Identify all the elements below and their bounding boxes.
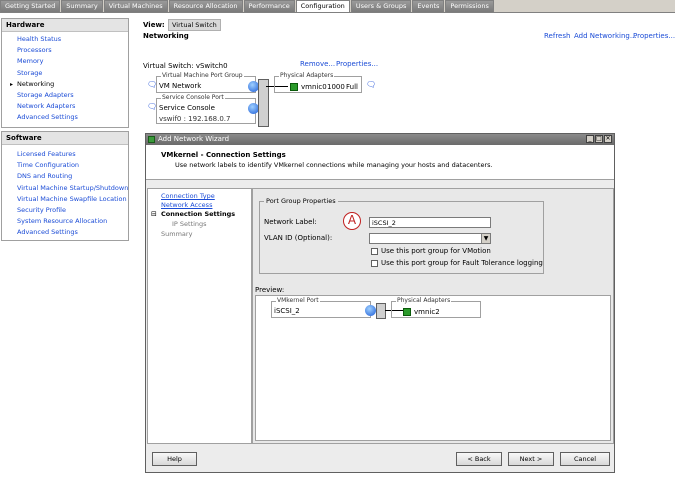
close-icon[interactable]: ✕ bbox=[604, 135, 612, 143]
preview-panel: VMkernel Port iSCSI_2 Physical Adapters … bbox=[255, 295, 611, 441]
sidebar-item-dns-and-routing[interactable]: DNS and Routing bbox=[2, 171, 128, 182]
hardware-list: Health StatusProcessorsMemoryStorageNetw… bbox=[2, 32, 128, 124]
sidebar-item-virtual-machine-startup-shutdown[interactable]: Virtual Machine Startup/Shutdown bbox=[2, 183, 128, 194]
cancel-button[interactable]: Cancel bbox=[560, 452, 610, 466]
sidebar-item-network-adapters[interactable]: Network Adapters bbox=[2, 101, 128, 112]
vmotion-label: Use this port group for VMotion bbox=[381, 247, 491, 255]
physical-adapters-label: Physical Adapters bbox=[279, 72, 335, 79]
wizard-content: Port Group Properties Network Label: A V… bbox=[252, 188, 614, 444]
vmnic0-speed: 1000 bbox=[327, 83, 345, 91]
sidebar-item-security-profile[interactable]: Security Profile bbox=[2, 205, 128, 216]
sidebar-item-networking[interactable]: Networking bbox=[2, 79, 128, 90]
nic-icon bbox=[403, 308, 411, 316]
sidebar-item-advanced-settings[interactable]: Advanced Settings bbox=[2, 227, 128, 238]
tab-events[interactable]: Events bbox=[412, 0, 445, 12]
next-button[interactable]: Next > bbox=[508, 452, 554, 466]
preview-vmnic: vmnic2 bbox=[414, 308, 440, 316]
preview-title: Preview: bbox=[255, 286, 285, 294]
view-virtual-switch-button[interactable]: Virtual Switch bbox=[168, 19, 221, 31]
add-network-wizard: Add Network Wizard _ □ ✕ VMkernel - Conn… bbox=[145, 133, 615, 473]
tab-users-groups[interactable]: Users & Groups bbox=[350, 0, 412, 12]
sidebar-item-licensed-features[interactable]: Licensed Features bbox=[2, 149, 128, 160]
minus-icon: ⊟ bbox=[151, 210, 157, 218]
add-networking-link[interactable]: Add Networking... bbox=[574, 32, 637, 40]
network-connection-icon bbox=[365, 305, 376, 316]
sidebar-item-storage-adapters[interactable]: Storage Adapters bbox=[2, 90, 128, 101]
tab-performance[interactable]: Performance bbox=[243, 0, 295, 12]
nav-summary: Summary bbox=[161, 230, 193, 238]
vswif-address: vswif0 : 192.168.0.7 bbox=[159, 115, 231, 123]
properties-link[interactable]: Properties... bbox=[633, 32, 675, 40]
wizard-header-title: VMkernel - Connection Settings bbox=[161, 151, 286, 159]
software-title: Software bbox=[2, 132, 128, 145]
software-panel: Software Licensed Features Time Configura… bbox=[1, 131, 129, 241]
sidebar-item-processors[interactable]: Processors bbox=[2, 45, 128, 56]
sidebar-item-virtual-machine-swapfile-location[interactable]: Virtual Machine Swapfile Location bbox=[2, 194, 128, 205]
vmnic0-duplex: Full bbox=[346, 83, 358, 91]
vswitch-properties-link[interactable]: Properties... bbox=[336, 60, 378, 68]
wizard-header-desc: Use network labels to identify VMkernel … bbox=[175, 161, 493, 169]
physical-adapters-box[interactable]: Physical Adapters vmnic0 1000 Full bbox=[274, 72, 362, 93]
vmnic0-name: vmnic0 bbox=[301, 83, 327, 91]
ft-label: Use this port group for Fault Tolerance … bbox=[381, 259, 543, 267]
refresh-link[interactable]: Refresh bbox=[544, 32, 570, 40]
sidebar-item-time-configuration[interactable]: Time Configuration bbox=[2, 160, 128, 171]
preview-physical-adapters-label: Physical Adapters bbox=[396, 297, 452, 304]
port-group-properties-title: Port Group Properties bbox=[264, 197, 338, 205]
sidebar-item-health-status[interactable]: Health Status bbox=[2, 34, 128, 45]
nav-connection-settings: Connection Settings bbox=[161, 210, 236, 218]
wizard-nav: Connection Type Network Access ⊟ Connect… bbox=[147, 188, 252, 444]
maximize-icon[interactable]: □ bbox=[595, 135, 603, 143]
sidebar-item-memory[interactable]: Memory bbox=[2, 56, 128, 67]
network-label-input[interactable] bbox=[369, 217, 491, 228]
preview-port-name: iSCSI_2 bbox=[274, 307, 300, 315]
preview-vswitch-bar bbox=[376, 303, 386, 319]
tab-permissions[interactable]: Permissions bbox=[445, 0, 494, 12]
tab-configuration[interactable]: Configuration bbox=[295, 0, 350, 12]
sidebar-item-advanced-settings[interactable]: Advanced Settings bbox=[2, 112, 128, 123]
callout-marker: A bbox=[343, 212, 361, 230]
view-label: View: bbox=[143, 21, 165, 29]
tab-virtual-machines[interactable]: Virtual Machines bbox=[103, 0, 168, 12]
network-label-label: Network Label: bbox=[264, 218, 317, 226]
chevron-down-icon[interactable]: ▼ bbox=[481, 234, 490, 243]
vmotion-checkbox[interactable] bbox=[371, 248, 378, 255]
ft-checkbox[interactable] bbox=[371, 260, 378, 267]
wizard-header: VMkernel - Connection Settings Use netwo… bbox=[146, 145, 614, 180]
service-console-port-label: Service Console Port bbox=[161, 94, 225, 101]
preview-vmkernel-port-label: VMkernel Port bbox=[276, 297, 320, 304]
minimize-icon[interactable]: _ bbox=[586, 135, 594, 143]
hardware-panel: Hardware Health Status Processors Memory St… bbox=[1, 18, 129, 128]
tab-getting-started[interactable]: Getting Started bbox=[0, 0, 61, 12]
wizard-title-bar: Add Network Wizard _ □ ✕ bbox=[146, 134, 614, 145]
sidebar-item-system-resource-allocation[interactable]: System Resource Allocation bbox=[2, 216, 128, 227]
tab-resource-allocation[interactable]: Resource Allocation bbox=[168, 0, 243, 12]
vm-port-group-label: Virtual Machine Port Group bbox=[161, 72, 244, 79]
preview-vmkernel-port: VMkernel Port iSCSI_2 bbox=[271, 297, 371, 318]
wizard-app-icon bbox=[148, 136, 155, 143]
wizard-title: Add Network Wizard bbox=[158, 135, 230, 143]
vswitch-label: Virtual Switch: vSwitch0 bbox=[143, 62, 228, 70]
software-list: Licensed Features Time Configuration DNS a… bbox=[2, 145, 128, 239]
vlan-id-select[interactable]: ▼ bbox=[369, 233, 491, 244]
service-console-port[interactable]: Service Console Port Service Console vsw… bbox=[156, 94, 256, 124]
back-button[interactable]: < Back bbox=[456, 452, 502, 466]
remove-link[interactable]: Remove... bbox=[300, 60, 335, 68]
tab-summary[interactable]: Summary bbox=[61, 0, 103, 12]
help-button[interactable]: Help bbox=[152, 452, 197, 466]
port-group-properties: Port Group Properties Network Label: A V… bbox=[259, 197, 544, 274]
tab-bar: Getting Started Summary Virtual Machines Re… bbox=[0, 0, 675, 13]
preview-physical-adapters: Physical Adapters vmnic2 bbox=[391, 297, 481, 318]
speech-bubble-icon[interactable]: 🗨 bbox=[366, 80, 376, 89]
vlan-id-label: VLAN ID (Optional): bbox=[264, 234, 333, 242]
service-console-name: Service Console bbox=[159, 104, 215, 112]
networking-title: Networking bbox=[143, 32, 189, 40]
hardware-title: Hardware bbox=[2, 19, 128, 32]
nic-icon bbox=[290, 83, 298, 91]
vm-port-group[interactable]: Virtual Machine Port Group VM Network bbox=[156, 72, 256, 93]
nav-ip-settings: IP Settings bbox=[172, 220, 207, 228]
vm-network-name: VM Network bbox=[159, 82, 202, 90]
sidebar-item-storage[interactable]: Storage bbox=[2, 68, 128, 79]
